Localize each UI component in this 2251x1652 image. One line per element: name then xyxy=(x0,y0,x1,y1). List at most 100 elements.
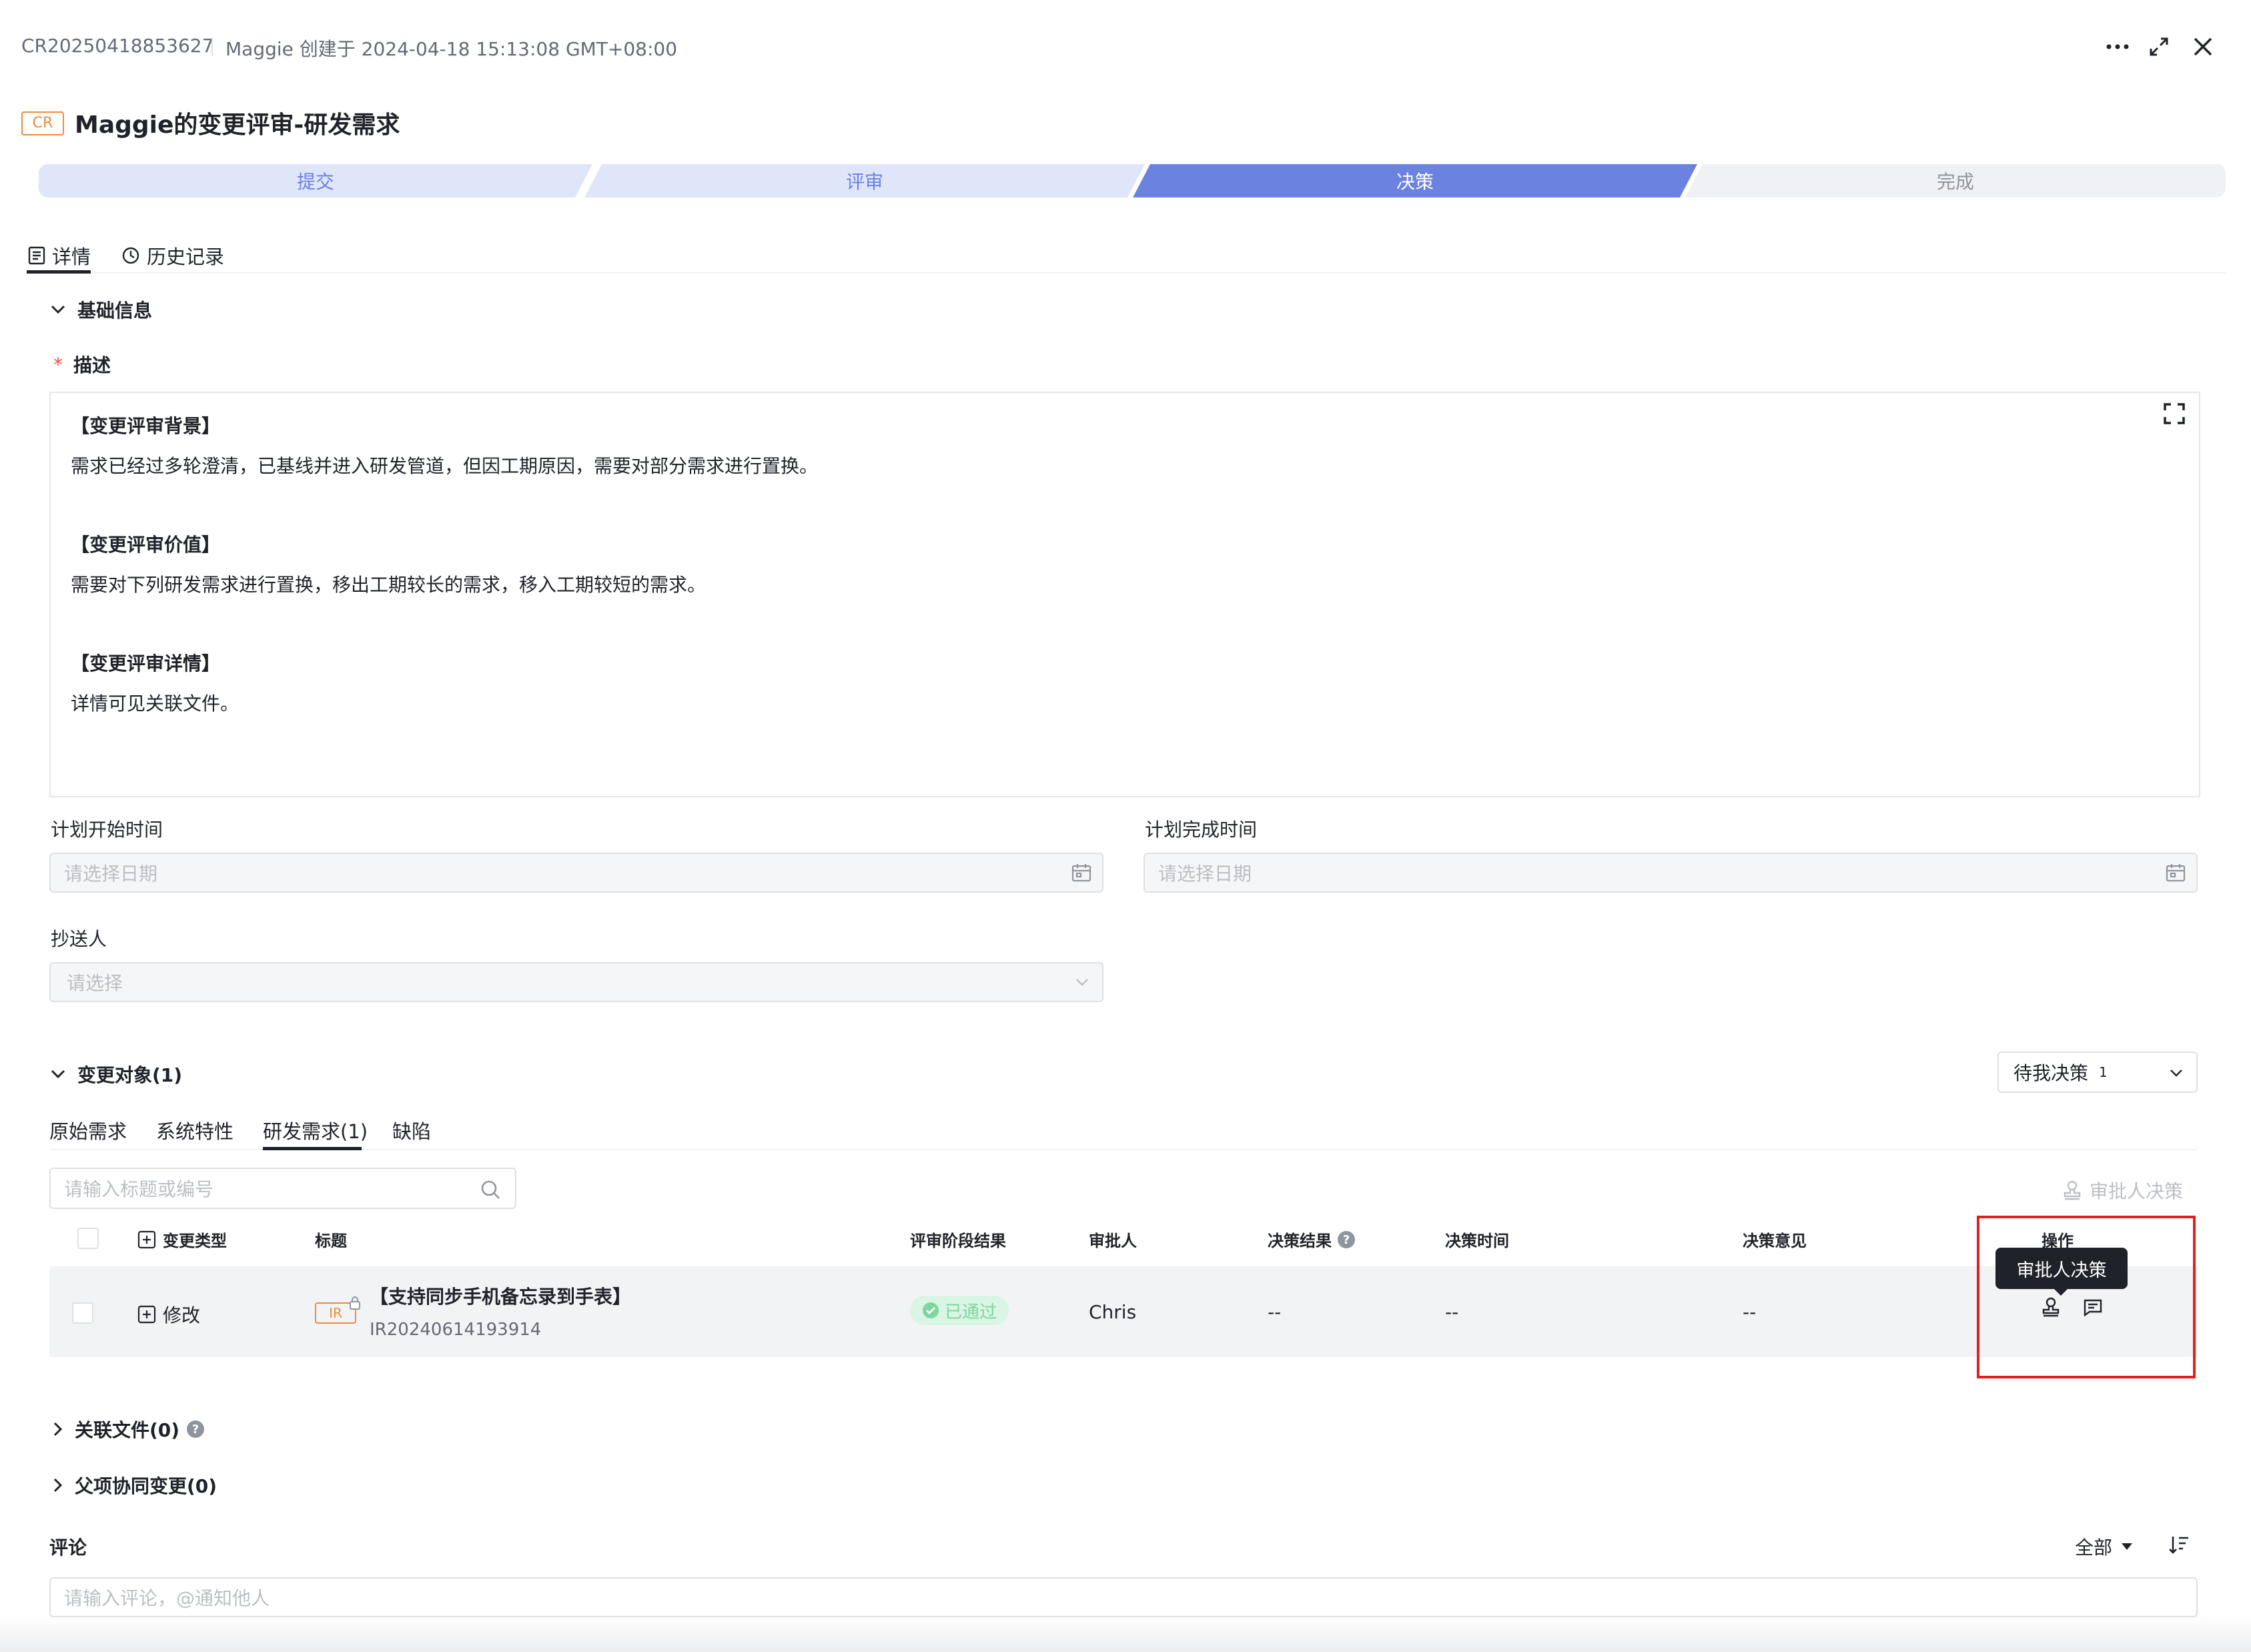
step-label: 提交 xyxy=(296,171,334,193)
description-heading: 【变更评审价值】 xyxy=(71,534,221,556)
row-title-link[interactable]: 【支持同步手机备忘录到手表】 xyxy=(370,1282,631,1309)
cc-select[interactable]: 请选择 xyxy=(49,962,1103,1002)
start-date-label: 计划开始时间 xyxy=(51,819,163,841)
step-label: 完成 xyxy=(1936,171,1974,193)
help-icon[interactable]: ? xyxy=(186,1420,205,1438)
fullscreen-icon[interactable] xyxy=(2163,402,2186,428)
section-title: 关联文件(0) xyxy=(75,1419,180,1441)
column-label: 决策结果 xyxy=(1268,1232,1332,1250)
close-icon[interactable] xyxy=(2188,31,2218,63)
step-submit: 提交 xyxy=(39,164,592,197)
comments-filter-dropdown[interactable]: 全部 xyxy=(2075,1533,2133,1560)
column-label: 变更类型 xyxy=(163,1232,227,1250)
comments-label: 评论 xyxy=(49,1537,87,1559)
cr-id: CR20250418853627 xyxy=(21,35,214,57)
more-icon[interactable] xyxy=(2103,31,2132,63)
step-label: 决策 xyxy=(1396,171,1434,193)
chevron-right-icon xyxy=(53,1422,63,1436)
chevron-down-icon xyxy=(51,1070,65,1079)
calendar-icon xyxy=(1071,864,1091,882)
expand-all-icon[interactable] xyxy=(137,1230,156,1249)
comments-filter-label: 全部 xyxy=(2075,1537,2113,1559)
tab-details[interactable]: 详情 xyxy=(28,242,91,270)
description-heading: 【变更评审详情】 xyxy=(71,653,221,675)
history-icon xyxy=(122,247,139,264)
column-header-decision-time: 决策时间 xyxy=(1445,1232,1509,1250)
end-date-label: 计划完成时间 xyxy=(1145,819,1258,841)
search-icon xyxy=(481,1180,500,1199)
document-icon xyxy=(28,246,45,265)
row-change-type: 修改 xyxy=(137,1301,200,1328)
chevron-right-icon xyxy=(53,1478,63,1493)
description-heading: 【变更评审背景】 xyxy=(71,415,221,437)
decision-opinion-value: -- xyxy=(1743,1301,1757,1323)
cc-placeholder: 请选择 xyxy=(67,972,123,994)
subtab-original-requirements[interactable]: 原始需求 xyxy=(49,1116,127,1144)
tab-divider xyxy=(27,272,2226,274)
description-paragraph: 详情可见关联文件。 xyxy=(71,693,240,715)
tab-label: 详情 xyxy=(52,246,91,268)
search-input[interactable]: 请输入标题或编号 xyxy=(49,1168,516,1209)
caret-down-icon xyxy=(2122,1543,2133,1550)
required-mark: * xyxy=(53,354,63,376)
approver-value: Chris xyxy=(1089,1301,1137,1323)
comment-input[interactable]: 请输入评论，@通知他人 xyxy=(49,1577,2198,1617)
section-parent-changes[interactable]: 父项协同变更(0) xyxy=(53,1472,217,1499)
section-basic-info[interactable]: 基础信息 xyxy=(51,296,152,323)
creator-info: Maggie 创建于 2024-04-18 15:13:08 GMT+08:00 xyxy=(226,38,678,60)
stamp-icon xyxy=(2064,1180,2081,1200)
expand-icon[interactable] xyxy=(2144,31,2174,63)
decision-filter-select[interactable]: 待我决策 1 xyxy=(1997,1052,2198,1093)
chevron-down-icon xyxy=(1076,979,1088,986)
header-divider xyxy=(211,37,213,56)
review-result-value: 已通过 xyxy=(944,1302,997,1322)
comment-placeholder: 请输入评论，@通知他人 xyxy=(64,1587,270,1609)
description-box[interactable]: 【变更评审背景】 需求已经过多轮澄清，已基线并进入研发管道，但因工期原因，需要对… xyxy=(49,392,2200,797)
approver-decision-label: 审批人决策 xyxy=(2090,1180,2184,1202)
column-header-approver: 审批人 xyxy=(1089,1232,1137,1250)
decision-filter-label: 待我决策 xyxy=(2013,1062,2089,1084)
step-decision: 决策 xyxy=(1133,164,1697,197)
page-title: Maggie的变更评审-研发需求 xyxy=(75,111,400,139)
subtab-dev-requirements[interactable]: 研发需求(1) xyxy=(263,1116,368,1144)
column-header-decision-opinion: 决策意见 xyxy=(1743,1232,1807,1250)
column-header-review-result: 评审阶段结果 xyxy=(910,1232,1006,1250)
svg-text:?: ? xyxy=(192,1422,199,1436)
section-title: 变更对象(1) xyxy=(77,1064,183,1086)
cc-label: 抄送人 xyxy=(51,928,107,950)
decision-filter-count: 1 xyxy=(2099,1064,2108,1080)
review-result-badge: 已通过 xyxy=(910,1296,1009,1325)
end-date-field[interactable]: 请选择日期 xyxy=(1144,853,2198,893)
description-label: 描述 xyxy=(73,354,111,376)
tab-history[interactable]: 历史记录 xyxy=(121,242,224,270)
section-related-files[interactable]: 关联文件(0) ? xyxy=(53,1416,205,1442)
check-circle-icon xyxy=(922,1302,939,1318)
progress-stepper: 提交 评审 决策 完成 xyxy=(39,164,2226,197)
subtab-defects[interactable]: 缺陷 xyxy=(392,1116,431,1144)
column-header-change-type: 变更类型 xyxy=(137,1228,227,1251)
row-id: IR20240614193914 xyxy=(370,1320,542,1340)
search-placeholder: 请输入标题或编号 xyxy=(64,1178,214,1200)
change-type-value: 修改 xyxy=(163,1304,201,1326)
subtab-system-features[interactable]: 系统特性 xyxy=(156,1116,234,1144)
step-review: 评审 xyxy=(584,164,1145,197)
column-header-title: 标题 xyxy=(315,1232,347,1250)
calendar-icon xyxy=(2166,864,2186,882)
tab-active-indicator xyxy=(27,270,91,274)
highlight-box xyxy=(1977,1216,2196,1378)
cr-type-tag: CR xyxy=(21,111,64,135)
start-date-field[interactable]: 请选择日期 xyxy=(49,853,1103,893)
sort-icon[interactable] xyxy=(2168,1535,2190,1555)
subtab-divider xyxy=(49,1149,2198,1150)
help-icon[interactable]: ? xyxy=(1337,1230,1356,1249)
subtab-active-indicator xyxy=(263,1147,362,1150)
start-date-placeholder: 请选择日期 xyxy=(64,863,158,885)
row-checkbox[interactable] xyxy=(72,1302,93,1324)
section-change-objects[interactable]: 变更对象(1) xyxy=(51,1061,182,1088)
select-all-checkbox[interactable] xyxy=(77,1228,99,1249)
chevron-down-icon xyxy=(2170,1070,2182,1077)
expand-row-icon[interactable] xyxy=(137,1305,156,1324)
end-date-placeholder: 请选择日期 xyxy=(1158,863,1252,885)
step-label: 评审 xyxy=(845,171,883,193)
approver-decision-button[interactable]: 审批人决策 xyxy=(2063,1177,2183,1204)
